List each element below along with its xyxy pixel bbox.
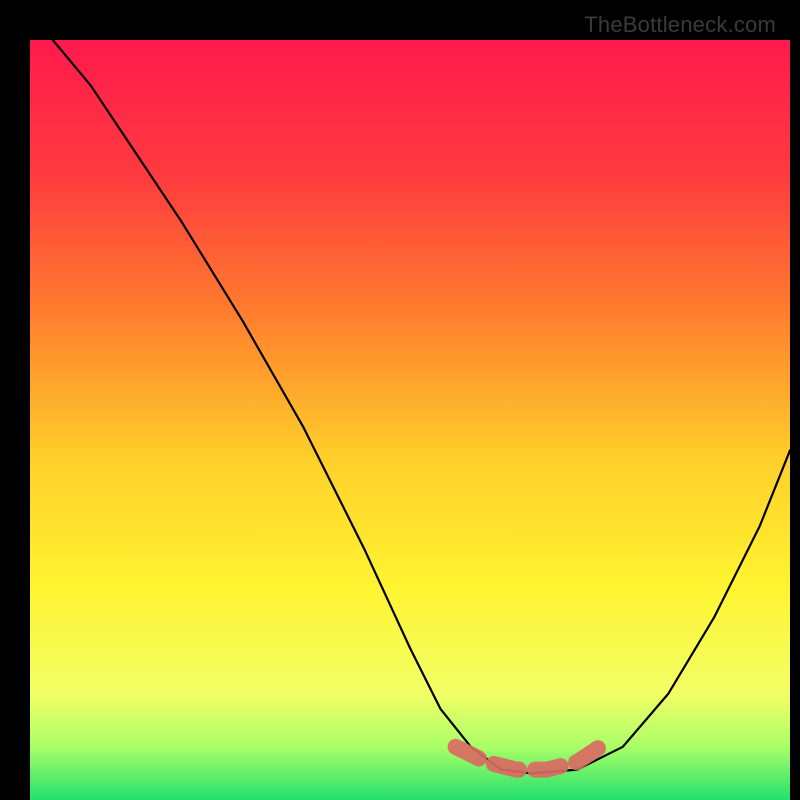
chart-svg (30, 40, 790, 800)
chart-frame: TheBottleneck.com (10, 10, 790, 790)
attribution-text: TheBottleneck.com (584, 12, 776, 38)
bottleneck-curve-chart (30, 40, 790, 800)
